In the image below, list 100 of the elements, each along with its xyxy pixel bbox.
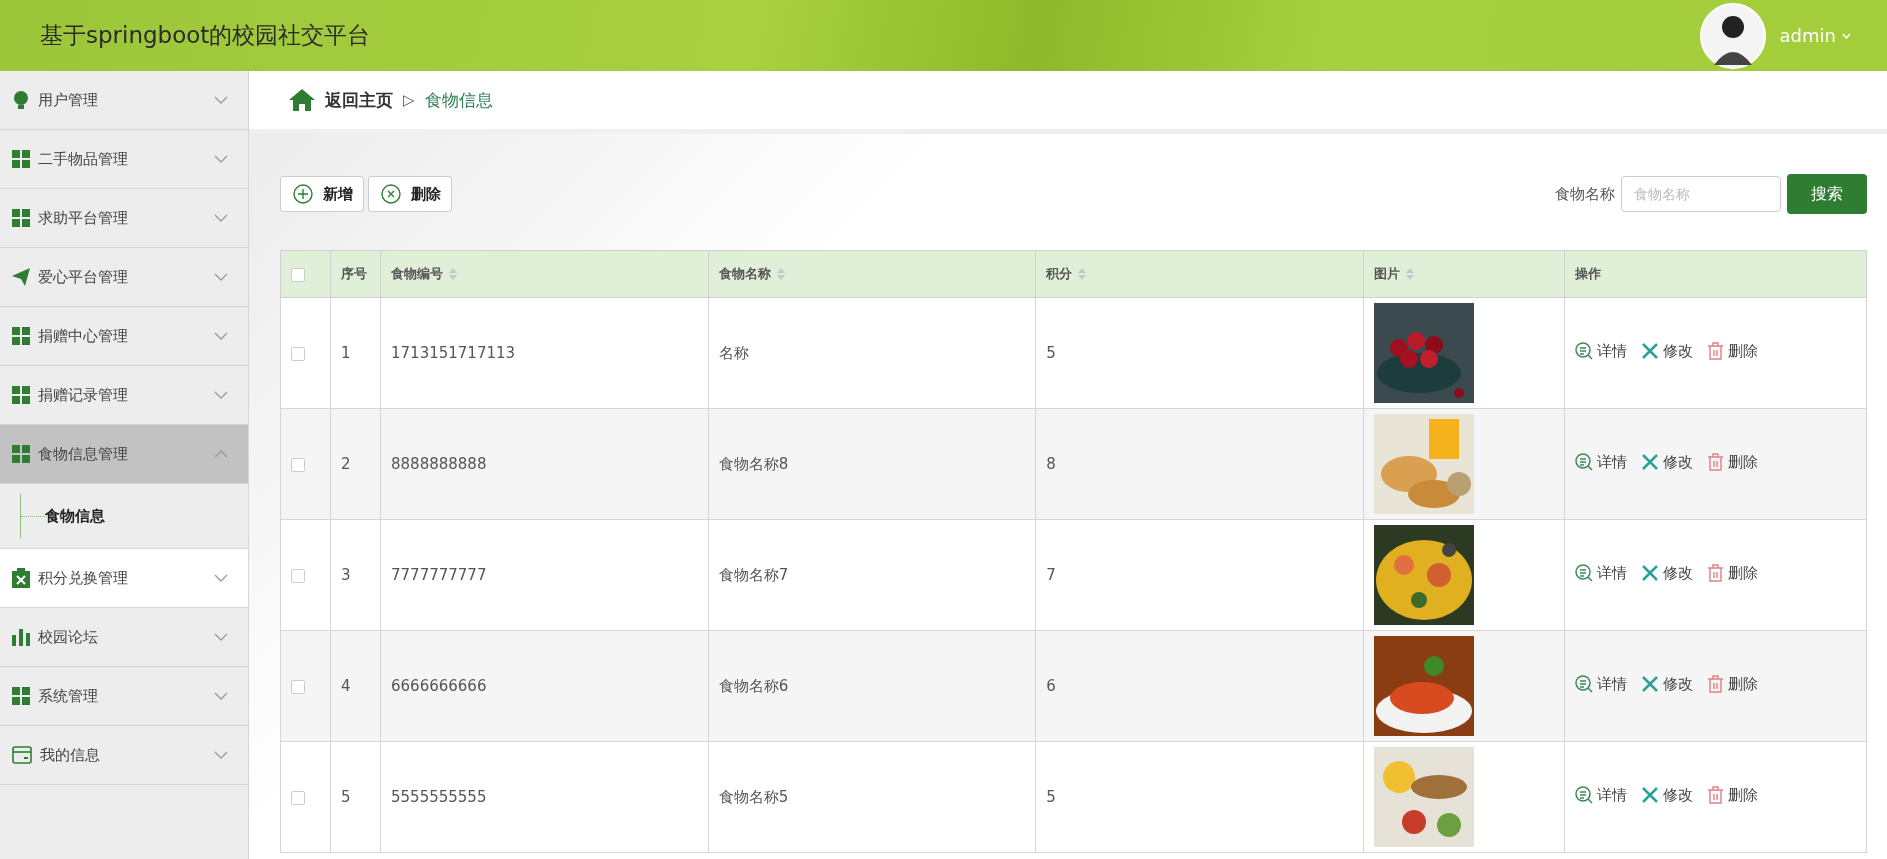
table-cell: 8 [1046, 455, 1056, 473]
sidebar-label: 我的信息 [40, 745, 101, 765]
trash-icon [1707, 342, 1724, 361]
chevron-down-icon [214, 332, 228, 340]
search-icon [1575, 786, 1593, 805]
bulb-icon [12, 90, 30, 110]
grid-icon [12, 687, 30, 705]
column-title: 序号 [341, 265, 367, 283]
column-title[interactable]: 食物编号 [391, 265, 443, 283]
table-cell: 7 [1046, 566, 1056, 584]
chevron-down-icon [214, 692, 228, 700]
checkbox[interactable] [291, 679, 305, 694]
checkbox[interactable] [291, 568, 305, 583]
trash-icon [1707, 675, 1724, 694]
grid-icon [12, 209, 30, 227]
search-icon [1575, 453, 1593, 472]
table-cell: 食物名称5 [718, 787, 789, 806]
trash-icon [1707, 564, 1724, 583]
column-title[interactable]: 积分 [1046, 265, 1073, 283]
table-cell: 5 [341, 788, 351, 806]
delete-link[interactable]: 删除 [1707, 785, 1758, 805]
sidebar-label: 捐赠中心管理 [38, 326, 129, 346]
table-cell: 3 [341, 566, 351, 584]
trash-icon [1707, 786, 1724, 805]
table-cell: 1 [341, 344, 351, 362]
grid-icon [12, 445, 30, 463]
add-button[interactable]: 新增 [280, 176, 364, 212]
bar-chart-icon [12, 628, 30, 646]
details-link[interactable]: 详情 [1575, 563, 1627, 583]
paper-plane-icon [12, 268, 30, 286]
chevron-down-icon [214, 214, 228, 222]
chevron-down-icon [214, 391, 228, 399]
app-title: 基于springboot的校园社交平台 [40, 21, 371, 50]
chevron-down-icon [214, 633, 228, 641]
edit-link[interactable]: 修改 [1641, 452, 1693, 472]
table-cell: 6666666666 [391, 677, 487, 695]
sort-icon[interactable] [776, 268, 785, 280]
sidebar-label: 捐赠记录管理 [38, 385, 129, 405]
details-link[interactable]: 详情 [1575, 674, 1627, 694]
table-cell: 2 [341, 455, 351, 473]
edit-link[interactable]: 修改 [1641, 785, 1693, 805]
table-cell: 7777777777 [391, 566, 487, 584]
sidebar-label: 食物信息管理 [38, 444, 129, 464]
column-title[interactable]: 图片 [1374, 265, 1400, 283]
search-icon [1575, 564, 1593, 583]
delete-link[interactable]: 删除 [1707, 341, 1758, 361]
search-icon [1575, 342, 1593, 361]
clipboard-icon [12, 568, 30, 588]
table-cell: 5 [1046, 788, 1056, 806]
sort-icon[interactable] [1078, 268, 1087, 280]
caret-icon [1842, 32, 1851, 39]
grid-icon [12, 386, 30, 404]
trash-icon [1707, 453, 1724, 472]
details-link[interactable]: 详情 [1575, 785, 1627, 805]
search-icon [1575, 675, 1593, 694]
chevron-down-icon [214, 574, 228, 582]
table-cell: 4 [341, 677, 351, 695]
checkbox[interactable] [291, 267, 305, 282]
avatar[interactable] [1699, 2, 1766, 69]
checkbox[interactable] [291, 346, 305, 361]
sidebar-item[interactable]: 积分兑换管理 [0, 549, 248, 608]
edit-link[interactable]: 修改 [1641, 341, 1693, 361]
close-icon [381, 184, 401, 204]
column-title[interactable]: 食物名称 [718, 265, 771, 283]
delete-link[interactable]: 删除 [1707, 563, 1758, 583]
table-cell: 食物名称7 [718, 565, 789, 584]
chevron-down-icon [214, 155, 228, 163]
breadcrumb-current: 食物信息 [424, 88, 493, 112]
sidebar-subitem[interactable]: 食物信息 [45, 506, 105, 526]
breadcrumb-separator: ▷ [403, 91, 415, 109]
plus-icon [293, 184, 313, 204]
sort-icon[interactable] [1406, 268, 1414, 280]
chevron-up-icon [214, 450, 228, 458]
delete-button[interactable]: 删除 [368, 176, 452, 212]
sidebar-label: 积分兑换管理 [38, 568, 129, 588]
checkbox[interactable] [291, 457, 305, 472]
delete-link[interactable]: 删除 [1707, 452, 1758, 472]
delete-link[interactable]: 删除 [1707, 674, 1758, 694]
table-cell: 5 [1046, 344, 1056, 362]
chevron-down-icon [214, 273, 228, 281]
sidebar-label: 求助平台管理 [38, 208, 129, 228]
edit-link[interactable]: 修改 [1641, 674, 1693, 694]
edit-link[interactable]: 修改 [1641, 563, 1693, 583]
search-field[interactable]: 食物名称 [1621, 176, 1781, 212]
sort-icon[interactable] [449, 268, 457, 280]
sidebar-item[interactable]: 食物信息管理 [0, 425, 248, 484]
home-link[interactable]: 返回主页 [289, 88, 393, 112]
details-link[interactable]: 详情 [1575, 452, 1627, 472]
sidebar-label: 校园论坛 [38, 627, 99, 647]
sidebar-label: 系统管理 [38, 686, 99, 706]
table-cell: 8888888888 [391, 455, 487, 473]
search-label: 食物名称 [1555, 184, 1615, 204]
grid-icon [12, 150, 30, 168]
table-cell: 食物名称6 [718, 676, 789, 695]
checkbox[interactable] [291, 790, 305, 805]
sidebar-label: 用户管理 [38, 90, 99, 110]
search-button[interactable]: 搜索 [1787, 174, 1867, 214]
table-cell: 名称 [718, 343, 749, 362]
table-cell: 1713151717113 [391, 344, 516, 362]
details-link[interactable]: 详情 [1575, 341, 1627, 361]
